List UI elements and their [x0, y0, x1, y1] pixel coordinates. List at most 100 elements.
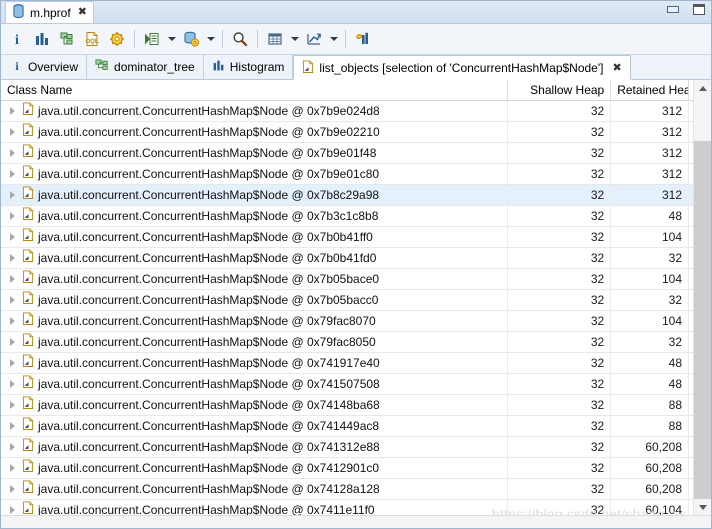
cell-shallow-heap: 32: [508, 248, 612, 268]
horizontal-scrollbar[interactable]: [1, 515, 711, 528]
java-object-icon: [22, 332, 34, 352]
cell-shallow-heap: 32: [508, 122, 612, 142]
chevron-right-icon[interactable]: [7, 101, 18, 121]
chevron-right-icon[interactable]: [7, 122, 18, 142]
chevron-right-icon[interactable]: [7, 164, 18, 184]
list-objects-icon: [302, 60, 314, 76]
chevron-right-icon[interactable]: [7, 269, 18, 289]
table-row[interactable]: java.util.concurrent.ConcurrentHashMap$N…: [1, 164, 711, 185]
tab-list-objects[interactable]: list_objects [selection of 'ConcurrentHa…: [293, 55, 631, 80]
chevron-right-icon[interactable]: [7, 353, 18, 373]
eclipse-mat-window: m.hprof ✖ i OQL i Overview dominator_tre…: [0, 0, 712, 529]
calculate-retained-size-icon[interactable]: [105, 27, 129, 51]
histogram-icon[interactable]: [30, 27, 54, 51]
chevron-right-icon[interactable]: [7, 185, 18, 205]
table-row[interactable]: java.util.concurrent.ConcurrentHashMap$N…: [1, 248, 711, 269]
table-row[interactable]: java.util.concurrent.ConcurrentHashMap$N…: [1, 479, 711, 500]
query-browser-icon[interactable]: [179, 27, 203, 51]
chevron-right-icon[interactable]: [7, 227, 18, 247]
tab-label: list_objects [selection of 'ConcurrentHa…: [319, 60, 604, 75]
dominator-tree-icon[interactable]: [55, 27, 79, 51]
search-icon[interactable]: [228, 27, 252, 51]
chevron-right-icon[interactable]: [7, 290, 18, 310]
table-row[interactable]: java.util.concurrent.ConcurrentHashMap$N…: [1, 101, 711, 122]
table-row[interactable]: java.util.concurrent.ConcurrentHashMap$N…: [1, 437, 711, 458]
table-row[interactable]: java.util.concurrent.ConcurrentHashMap$N…: [1, 458, 711, 479]
cell-class-name: java.util.concurrent.ConcurrentHashMap$N…: [1, 458, 508, 478]
table-row[interactable]: java.util.concurrent.ConcurrentHashMap$N…: [1, 311, 711, 332]
table-row[interactable]: java.util.concurrent.ConcurrentHashMap$N…: [1, 185, 711, 206]
java-object-icon: [22, 143, 34, 163]
close-icon[interactable]: ✖: [612, 61, 621, 74]
cell-class-name: java.util.concurrent.ConcurrentHashMap$N…: [1, 437, 508, 457]
close-icon[interactable]: ✖: [76, 7, 87, 18]
chevron-down-icon[interactable]: [165, 27, 178, 51]
chevron-right-icon[interactable]: [7, 479, 18, 499]
cell-class-name: java.util.concurrent.ConcurrentHashMap$N…: [1, 290, 508, 310]
cell-retained-heap: 48: [611, 206, 690, 226]
table-row[interactable]: java.util.concurrent.ConcurrentHashMap$N…: [1, 374, 711, 395]
chevron-right-icon[interactable]: [7, 458, 18, 478]
column-header-retained-heap[interactable]: Retained Heap: [611, 80, 690, 101]
table-export-icon[interactable]: [263, 27, 287, 51]
object-label: java.util.concurrent.ConcurrentHashMap$N…: [38, 419, 380, 433]
editor-tab-hprof[interactable]: m.hprof ✖: [5, 1, 94, 23]
table-row[interactable]: java.util.concurrent.ConcurrentHashMap$N…: [1, 395, 711, 416]
java-object-icon: [22, 248, 34, 268]
chevron-right-icon[interactable]: [7, 416, 18, 436]
chevron-right-icon[interactable]: [7, 332, 18, 352]
run-query-icon[interactable]: [140, 27, 164, 51]
maximize-button[interactable]: [691, 3, 707, 16]
table-row[interactable]: java.util.concurrent.ConcurrentHashMap$N…: [1, 416, 711, 437]
window-controls: [665, 3, 707, 16]
compare-icon[interactable]: [351, 27, 375, 51]
tab-dominator-tree[interactable]: dominator_tree: [87, 55, 204, 79]
cell-retained-heap: 104: [611, 269, 690, 289]
chevron-right-icon[interactable]: [7, 437, 18, 457]
cell-retained-heap: 48: [611, 374, 690, 394]
cell-shallow-heap: 32: [508, 479, 612, 499]
tab-histogram[interactable]: Histogram: [204, 55, 294, 79]
vertical-scrollbar[interactable]: [693, 80, 711, 516]
heap-dump-icon: [12, 4, 25, 21]
chevron-down-icon[interactable]: [327, 27, 340, 51]
scroll-down-icon[interactable]: [694, 499, 711, 516]
table-row[interactable]: java.util.concurrent.ConcurrentHashMap$N…: [1, 143, 711, 164]
cell-class-name: java.util.concurrent.ConcurrentHashMap$N…: [1, 416, 508, 436]
chevron-down-icon[interactable]: [288, 27, 301, 51]
toolbar-separator: [222, 30, 223, 48]
chart-export-icon[interactable]: [302, 27, 326, 51]
chevron-right-icon[interactable]: [7, 374, 18, 394]
chevron-right-icon[interactable]: [7, 248, 18, 268]
cell-shallow-heap: 32: [508, 332, 612, 352]
table-row[interactable]: java.util.concurrent.ConcurrentHashMap$N…: [1, 227, 711, 248]
column-header-class-name[interactable]: Class Name: [1, 80, 508, 101]
objects-table: Class Name Shallow Heap Retained Heap ja…: [1, 80, 711, 528]
chevron-down-icon[interactable]: [204, 27, 217, 51]
table-row[interactable]: java.util.concurrent.ConcurrentHashMap$N…: [1, 332, 711, 353]
chevron-right-icon[interactable]: [7, 311, 18, 331]
info-icon[interactable]: i: [5, 27, 29, 51]
table-row[interactable]: java.util.concurrent.ConcurrentHashMap$N…: [1, 290, 711, 311]
vertical-scrollbar-thumb[interactable]: [694, 141, 711, 499]
cell-shallow-heap: 32: [508, 290, 612, 310]
oql-icon[interactable]: OQL: [80, 27, 104, 51]
cell-shallow-heap: 32: [508, 437, 612, 457]
cell-shallow-heap: 32: [508, 458, 612, 478]
chevron-right-icon[interactable]: [7, 143, 18, 163]
cell-class-name: java.util.concurrent.ConcurrentHashMap$N…: [1, 269, 508, 289]
chevron-right-icon[interactable]: [7, 206, 18, 226]
minimize-button[interactable]: [665, 3, 681, 16]
tab-overview[interactable]: i Overview: [3, 55, 88, 79]
scroll-up-icon[interactable]: [694, 80, 711, 97]
column-header-shallow-heap[interactable]: Shallow Heap: [508, 80, 612, 101]
chevron-right-icon[interactable]: [7, 395, 18, 415]
table-row[interactable]: java.util.concurrent.ConcurrentHashMap$N…: [1, 122, 711, 143]
table-row[interactable]: java.util.concurrent.ConcurrentHashMap$N…: [1, 269, 711, 290]
java-object-icon: [22, 374, 34, 394]
java-object-icon: [22, 290, 34, 310]
table-row[interactable]: java.util.concurrent.ConcurrentHashMap$N…: [1, 353, 711, 374]
table-row[interactable]: java.util.concurrent.ConcurrentHashMap$N…: [1, 206, 711, 227]
table-header-row: Class Name Shallow Heap Retained Heap: [1, 80, 711, 101]
cell-class-name: java.util.concurrent.ConcurrentHashMap$N…: [1, 206, 508, 226]
